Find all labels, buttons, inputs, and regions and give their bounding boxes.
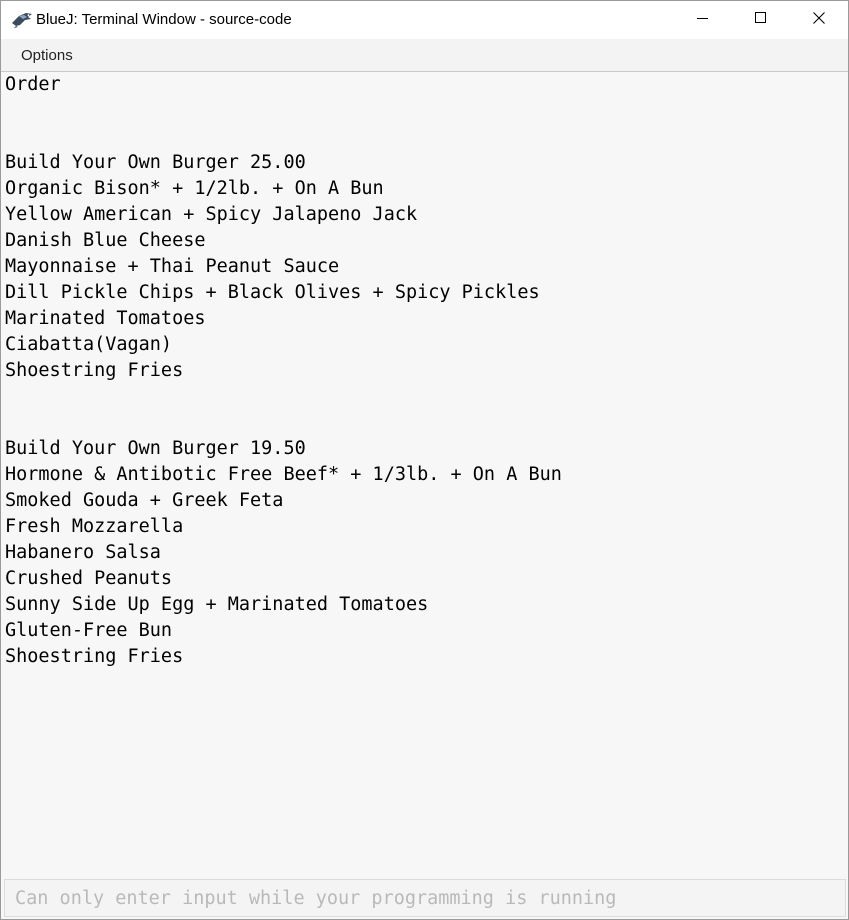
terminal-input-bar[interactable] xyxy=(4,879,846,917)
title-bar[interactable]: BlueJ: Terminal Window - source-code xyxy=(1,1,848,39)
terminal-window: BlueJ: Terminal Window - source-code Opt… xyxy=(0,0,849,920)
terminal-line: Hormone & Antibotic Free Beef* + 1/3lb. … xyxy=(5,464,562,485)
terminal-input[interactable] xyxy=(5,880,843,916)
terminal-line: Ciabatta(Vagan) xyxy=(5,334,173,355)
menu-bar: Options xyxy=(1,39,848,72)
window-title: BlueJ: Terminal Window - source-code xyxy=(36,11,292,28)
maximize-button[interactable] xyxy=(732,1,790,39)
minimize-icon xyxy=(697,11,709,29)
terminal-line: Gluten-Free Bun xyxy=(5,620,173,641)
maximize-icon xyxy=(755,11,767,29)
close-button[interactable] xyxy=(790,1,848,39)
terminal-line: Fresh Mozzarella xyxy=(5,516,184,537)
terminal-line: Order xyxy=(5,74,61,95)
terminal-output[interactable]: Order Build Your Own Burger 25.00 Organic … xyxy=(1,72,848,878)
terminal-line: Smoked Gouda + Greek Feta xyxy=(5,490,284,511)
minimize-button[interactable] xyxy=(674,1,732,39)
terminal-line: Build Your Own Burger 25.00 xyxy=(5,152,306,173)
terminal-line: Dill Pickle Chips + Black Olives + Spicy… xyxy=(5,282,540,303)
terminal-line: Crushed Peanuts xyxy=(5,568,173,589)
terminal-line: Shoestring Fries xyxy=(5,646,184,667)
close-icon xyxy=(813,11,825,29)
terminal-line: Organic Bison* + 1/2lb. + On A Bun xyxy=(5,178,384,199)
terminal-line: Yellow American + Spicy Jalapeno Jack xyxy=(5,204,418,225)
terminal-line: Marinated Tomatoes xyxy=(5,308,206,329)
menu-options[interactable]: Options xyxy=(21,47,73,64)
terminal-lines: Order Build Your Own Burger 25.00 Organic … xyxy=(5,72,562,670)
bluej-bird-icon[interactable] xyxy=(11,11,33,29)
terminal-line: Sunny Side Up Egg + Marinated Tomatoes xyxy=(5,594,429,615)
terminal-line: Build Your Own Burger 19.50 xyxy=(5,438,306,459)
terminal-line: Habanero Salsa xyxy=(5,542,161,563)
terminal-line: Mayonnaise + Thai Peanut Sauce xyxy=(5,256,340,277)
terminal-line: Danish Blue Cheese xyxy=(5,230,206,251)
terminal-line: Shoestring Fries xyxy=(5,360,184,381)
